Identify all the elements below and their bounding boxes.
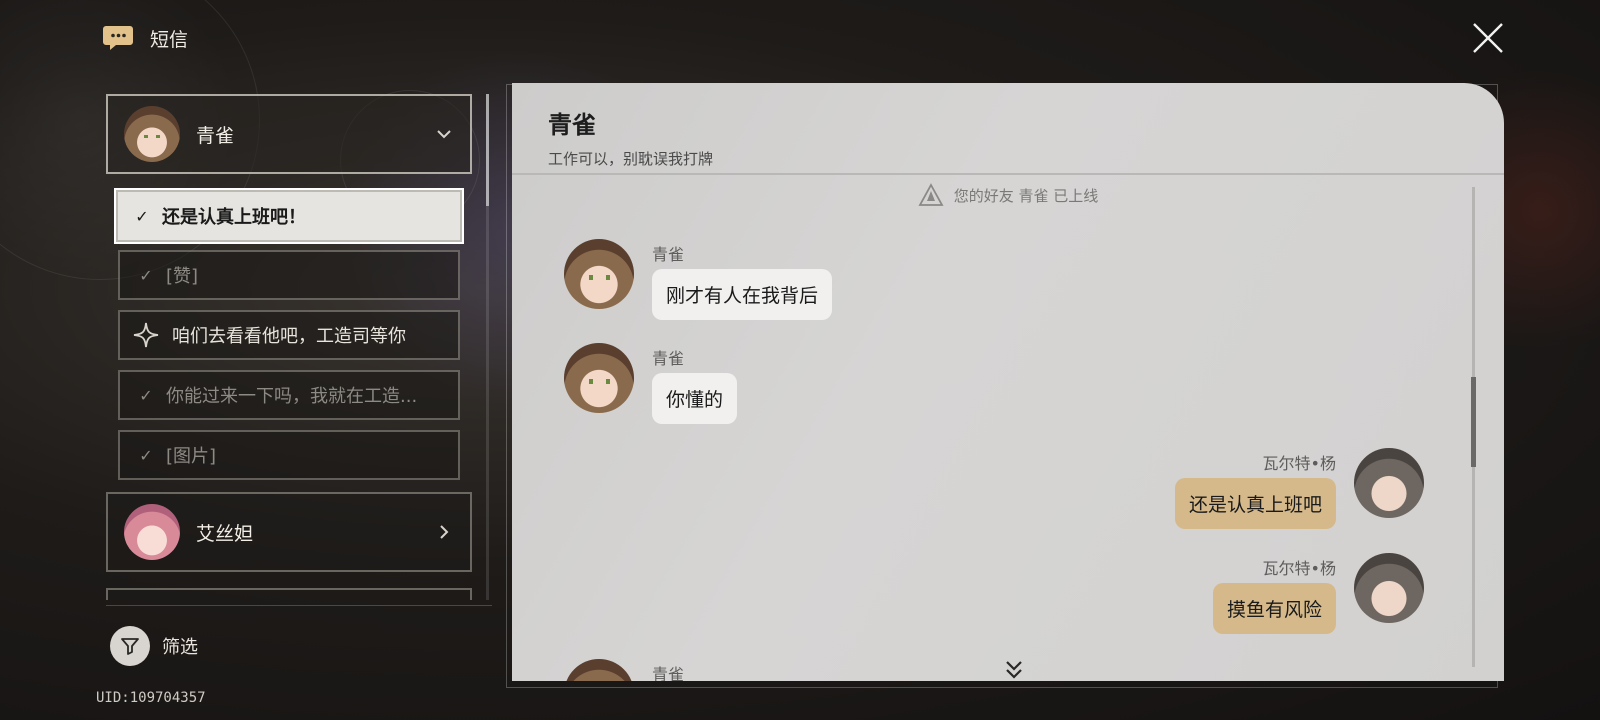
message-sender: 瓦尔特•杨 [1262,454,1336,473]
chat-header: 青雀 工作可以，别耽误我打牌 [548,105,713,169]
message-bubble: 摸鱼有风险 [1212,583,1336,634]
reply-option[interactable]: 咱们去看看他吧，工造司等你 [118,310,460,360]
avatar [564,659,634,681]
reply-option[interactable]: ✓ [图片] [118,430,460,480]
message-bubble: 你懂的 [652,373,738,424]
divider [106,605,492,606]
close-icon[interactable] [1470,20,1506,56]
reply-option[interactable]: ✓ [赞] [118,250,460,300]
chat-message: 青雀 [564,659,964,681]
check-icon: ✓ [139,385,153,405]
reply-option[interactable]: ✓ 还是认真上班吧！ [114,188,464,244]
filter-button[interactable]: 筛选 [110,626,198,666]
reply-text: [图片] [166,446,217,467]
chat-signature: 工作可以，别耽误我打牌 [548,150,714,168]
system-note: 您的好友 青雀 已上线 [512,183,1504,207]
scrollbar-thumb[interactable] [486,94,489,206]
message-icon [103,26,133,50]
reply-text: [赞] [166,266,199,287]
chevron-right-icon [440,525,449,539]
chat-message: 青雀 刚才有人在我背后 [564,239,964,320]
avatar [1354,553,1424,623]
reply-option[interactable]: ✓ 你能过来一下吗，我就在工造... [118,370,460,420]
chat-message: 青雀 你懂的 [564,343,964,424]
reply-text: 还是认真上班吧！ [162,207,306,228]
contact-item-qingque[interactable]: 青雀 [106,94,472,174]
reply-text: 你能过来一下吗，我就在工造... [166,386,418,407]
check-icon: ✓ [139,265,153,285]
contact-item-asta[interactable]: 艾丝妲 [106,492,472,572]
contact-name: 青雀 [196,124,235,147]
message-bubble: 还是认真上班吧 [1174,478,1336,529]
avatar [1354,448,1424,518]
message-sender: 青雀 [652,349,685,368]
scrollbar-thumb[interactable] [1471,377,1476,467]
contact-name: 艾丝妲 [196,522,254,545]
app-header: 短信 [102,20,188,56]
system-note-text: 您的好友 青雀 已上线 [953,186,1099,205]
message-bubble: 刚才有人在我背后 [652,269,833,320]
trailblaze-icon [918,183,944,206]
filter-label: 筛选 [162,637,198,658]
star-icon [133,322,159,348]
contact-item-partial[interactable] [106,588,472,600]
avatar [564,239,634,309]
check-icon: ✓ [139,445,153,465]
chat-contact-name: 青雀 [548,111,596,139]
check-icon: ✓ [135,206,149,226]
app-title: 短信 [150,28,189,51]
divider [512,173,1504,175]
uid-label: UID:109704357 [96,690,206,706]
chat-message: 瓦尔特•杨 摸鱼有风险 [1012,553,1424,634]
message-sender: 青雀 [652,665,685,681]
chat-panel: 青雀 工作可以，别耽误我打牌 您的好友 青雀 已上线 青雀 刚才有人在我背后 青… [512,83,1504,681]
avatar [124,106,180,162]
avatar [124,504,180,560]
message-sender: 青雀 [652,245,685,264]
avatar [564,343,634,413]
double-chevron-down-icon[interactable] [1002,658,1026,681]
message-sender: 瓦尔特•杨 [1262,559,1336,578]
reply-text: 咱们去看看他吧，工造司等你 [172,326,406,347]
filter-icon [110,626,150,666]
chevron-down-icon [437,130,451,139]
chat-message: 瓦尔特•杨 还是认真上班吧 [1012,448,1424,529]
